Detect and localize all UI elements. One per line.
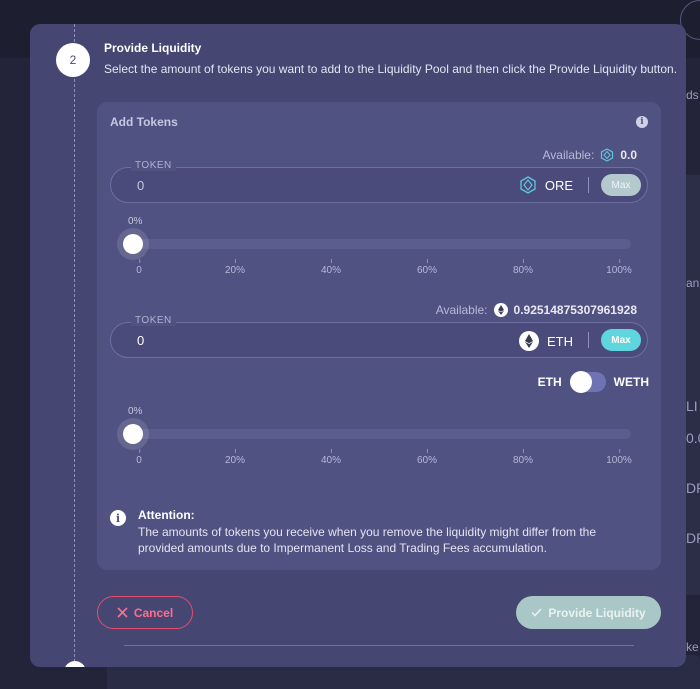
slider-tick[interactable]: 80%: [513, 259, 533, 276]
field-label: TOKEN: [131, 315, 176, 326]
step-title: Provide Liquidity: [104, 41, 202, 55]
slider-tick[interactable]: 80%: [513, 449, 533, 466]
eth-slider-value: 0%: [128, 406, 143, 417]
field-separator: [588, 177, 589, 193]
background-snippet: 0.0: [686, 430, 700, 446]
eth-slider-ticks: 0 20% 40% 60% 80% 100%: [127, 449, 637, 469]
background-snippet: DRI: [686, 480, 700, 496]
ore-amount-input[interactable]: 0: [137, 178, 144, 193]
cancel-label: Cancel: [133, 605, 174, 620]
eth-amount-field[interactable]: TOKEN 0 ETH Max: [110, 315, 648, 358]
background-snippet: DRI: [686, 530, 700, 546]
card-title: Add Tokens: [110, 115, 178, 129]
step-description: Select the amount of tokens you want to …: [104, 62, 678, 76]
eth-amount-input[interactable]: 0: [137, 333, 144, 348]
attention-info-icon: i: [110, 510, 126, 526]
step-number-badge: 2: [56, 43, 90, 77]
background-snippet: ke: [686, 640, 699, 654]
available-value: 0.0: [620, 148, 637, 162]
slider-tick[interactable]: 40%: [321, 259, 341, 276]
eth-weth-toggle[interactable]: [569, 371, 606, 393]
attention-title: Attention:: [138, 508, 195, 522]
ore-token-selector: ORE: [519, 176, 573, 194]
footer-divider: [124, 645, 634, 646]
slider-tick[interactable]: 20%: [225, 449, 245, 466]
slider-tick[interactable]: 100%: [606, 259, 632, 276]
toggle-knob: [569, 371, 592, 393]
available-value: 0.92514875307961928: [513, 303, 637, 317]
eth-token-icon: [519, 331, 539, 351]
eth-percent-slider[interactable]: [123, 424, 631, 444]
background-snippet: an: [686, 276, 700, 290]
provide-liquidity-label: Provide Liquidity: [548, 605, 646, 620]
eth-slider-thumb[interactable]: [123, 424, 143, 444]
background-snippet: LI: [686, 398, 698, 414]
field-label: TOKEN: [131, 160, 176, 171]
slider-tick[interactable]: 60%: [417, 449, 437, 466]
slider-tick[interactable]: 100%: [606, 449, 632, 466]
slider-tick[interactable]: 60%: [417, 259, 437, 276]
add-tokens-card: Add Tokens i Available: 0.0 TOKEN 0 ORE …: [97, 102, 661, 570]
ore-slider-value: 0%: [128, 216, 143, 227]
slider-tick[interactable]: 0: [136, 259, 142, 276]
slider-tick[interactable]: 20%: [225, 259, 245, 276]
field-separator: [588, 332, 589, 348]
available-label: Available:: [542, 148, 595, 162]
eth-weth-toggle-row: ETH WETH: [537, 371, 649, 393]
ore-available: Available: 0.0: [542, 148, 637, 162]
ore-token-icon: [601, 148, 614, 162]
info-icon[interactable]: i: [636, 116, 648, 128]
eth-token-selector: ETH: [519, 331, 573, 351]
background-snippet: ds: [686, 88, 699, 102]
available-label: Available:: [435, 303, 488, 317]
attention-body: The amounts of tokens you receive when y…: [138, 525, 597, 555]
step-connector: [74, 24, 75, 667]
toggle-left-label: ETH: [537, 375, 562, 389]
ore-slider-ticks: 0 20% 40% 60% 80% 100%: [127, 259, 637, 279]
toggle-right-label: WETH: [613, 375, 649, 389]
check-icon: [531, 608, 542, 617]
ore-amount-field[interactable]: TOKEN 0 ORE Max: [110, 160, 648, 203]
ore-max-button[interactable]: Max: [601, 174, 641, 196]
close-icon: [117, 607, 128, 618]
slider-tick[interactable]: 0: [136, 449, 142, 466]
ore-slider-thumb[interactable]: [123, 234, 143, 254]
cancel-button[interactable]: Cancel: [97, 596, 193, 629]
ore-token-icon: [520, 176, 536, 194]
ore-percent-slider[interactable]: [123, 234, 631, 254]
eth-max-button[interactable]: Max: [601, 329, 641, 351]
provide-liquidity-modal: 2 Provide Liquidity Select the amount of…: [30, 24, 686, 667]
next-step-badge: [64, 661, 86, 667]
eth-symbol: ETH: [547, 333, 573, 349]
provide-liquidity-button[interactable]: Provide Liquidity: [516, 596, 661, 629]
eth-available: Available: 0.92514875307961928: [436, 303, 637, 317]
ore-symbol: ORE: [544, 177, 573, 193]
eth-token-icon: [493, 303, 508, 317]
slider-tick[interactable]: 40%: [321, 449, 341, 466]
